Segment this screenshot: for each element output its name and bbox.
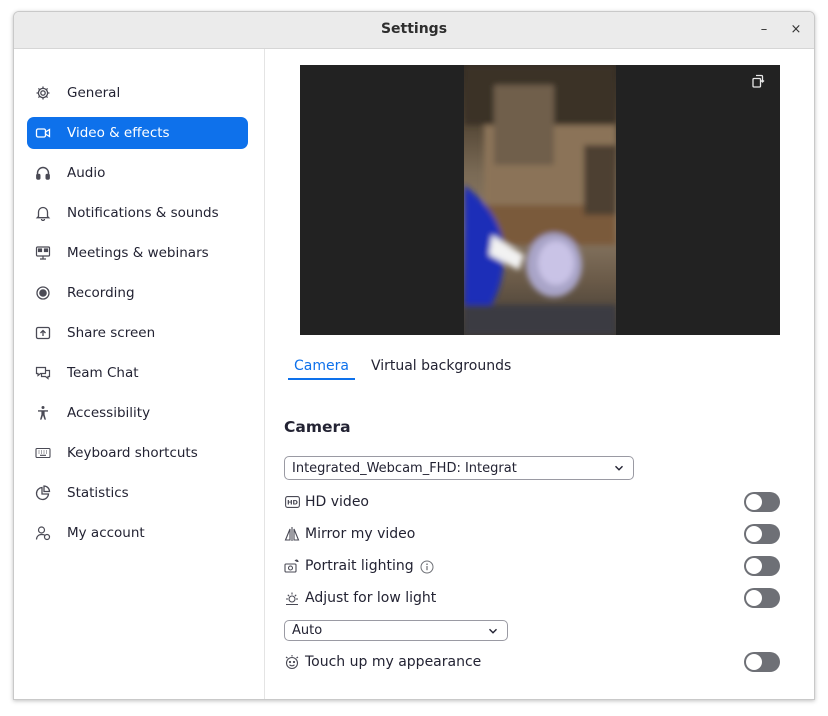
meeting-icon: [32, 242, 54, 264]
sidebar-item-audio[interactable]: Audio: [27, 157, 248, 189]
camera-preview: [300, 65, 780, 335]
portrait-lighting-label: Portrait lighting: [305, 558, 414, 574]
sidebar-item-notifications[interactable]: Notifications & sounds: [27, 197, 248, 229]
touch-up-toggle[interactable]: [744, 652, 780, 672]
sidebar-item-keyboard-shortcuts[interactable]: Keyboard shortcuts: [27, 437, 248, 469]
chat-icon: [32, 362, 54, 384]
sidebar-item-video-effects[interactable]: Video & effects: [27, 117, 248, 149]
gear-icon: [32, 82, 54, 104]
hd-video-toggle[interactable]: [744, 492, 780, 512]
video-camera-icon: [32, 122, 54, 144]
camera-device-select[interactable]: Integrated_Webcam_FHD: Integrat: [284, 456, 634, 480]
chevron-down-icon: [615, 465, 623, 471]
sidebar-item-general[interactable]: General: [27, 77, 248, 109]
pie-chart-icon: [32, 482, 54, 504]
portrait-lighting-toggle[interactable]: [744, 556, 780, 576]
rotate-camera-icon[interactable]: [750, 73, 766, 89]
window-title: Settings: [380, 21, 448, 37]
mirror-video-label: Mirror my video: [305, 526, 416, 542]
portrait-lighting-icon: [284, 558, 300, 574]
chevron-down-icon: [489, 628, 497, 634]
hd-icon: HD: [284, 494, 300, 510]
camera-section-title: Camera: [284, 418, 351, 436]
sidebar-item-meetings[interactable]: Meetings & webinars: [27, 237, 248, 269]
headphones-icon: [32, 162, 54, 184]
mirror-video-toggle[interactable]: [744, 524, 780, 544]
hd-video-label: HD video: [305, 494, 369, 510]
touch-up-label: Touch up my appearance: [305, 654, 482, 670]
portrait-lighting-row: Portrait lighting: [284, 554, 780, 578]
low-light-toggle[interactable]: [744, 588, 780, 608]
sidebar-item-statistics[interactable]: Statistics: [27, 477, 248, 509]
record-icon: [32, 282, 54, 304]
accessibility-icon: [32, 402, 54, 424]
bell-icon: [32, 202, 54, 224]
sidebar-item-label: Notifications & sounds: [67, 205, 219, 221]
svg-text:HD: HD: [287, 499, 298, 507]
sidebar-item-label: Audio: [67, 165, 106, 181]
camera-device-value: Integrated_Webcam_FHD: Integrat: [292, 460, 517, 476]
low-light-mode-select[interactable]: Auto: [284, 620, 508, 641]
smile-face-icon: [284, 654, 300, 670]
sidebar-item-label: Meetings & webinars: [67, 245, 209, 261]
camera-feed-image: [464, 65, 616, 335]
mirror-video-row: Mirror my video: [284, 522, 780, 546]
tab-camera[interactable]: Camera: [288, 358, 355, 380]
tab-virtual-backgrounds[interactable]: Virtual backgrounds: [365, 358, 517, 380]
minimize-button[interactable]: –: [754, 20, 774, 40]
sidebar-item-label: Share screen: [67, 325, 156, 341]
sidebar-item-label: My account: [67, 525, 145, 541]
keyboard-icon: [32, 442, 54, 464]
sidebar-item-label: Team Chat: [67, 365, 139, 381]
settings-window: Settings – × General Video & effects Aud…: [13, 11, 815, 700]
low-light-label: Adjust for low light: [305, 590, 437, 606]
video-tabs: Camera Virtual backgrounds: [288, 358, 527, 380]
share-screen-icon: [32, 322, 54, 344]
info-icon[interactable]: [420, 559, 434, 574]
sidebar-item-my-account[interactable]: My account: [27, 517, 248, 549]
mirror-icon: [284, 526, 300, 542]
low-light-mode-value: Auto: [292, 623, 323, 638]
sidebar-item-share-screen[interactable]: Share screen: [27, 317, 248, 349]
touch-up-row: Touch up my appearance: [284, 650, 780, 674]
account-icon: [32, 522, 54, 544]
sidebar-item-label: Accessibility: [67, 405, 151, 421]
sidebar-item-label: Keyboard shortcuts: [67, 445, 198, 461]
sidebar-item-accessibility[interactable]: Accessibility: [27, 397, 248, 429]
sidebar-item-recording[interactable]: Recording: [27, 277, 248, 309]
sidebar-item-label: Video & effects: [67, 125, 170, 141]
sidebar-item-label: Statistics: [67, 485, 129, 501]
title-bar: Settings – ×: [14, 12, 814, 49]
sidebar-item-label: General: [67, 85, 121, 101]
sidebar-item-team-chat[interactable]: Team Chat: [27, 357, 248, 389]
close-button[interactable]: ×: [786, 20, 806, 40]
sidebar-item-label: Recording: [67, 285, 135, 301]
sidebar: General Video & effects Audio Notificati…: [14, 49, 265, 699]
brightness-icon: [284, 590, 300, 606]
low-light-row: Adjust for low light: [284, 586, 780, 610]
hd-video-row: HD HD video: [284, 490, 780, 514]
video-settings-panel: Camera Virtual backgrounds Camera Integr…: [266, 49, 814, 699]
